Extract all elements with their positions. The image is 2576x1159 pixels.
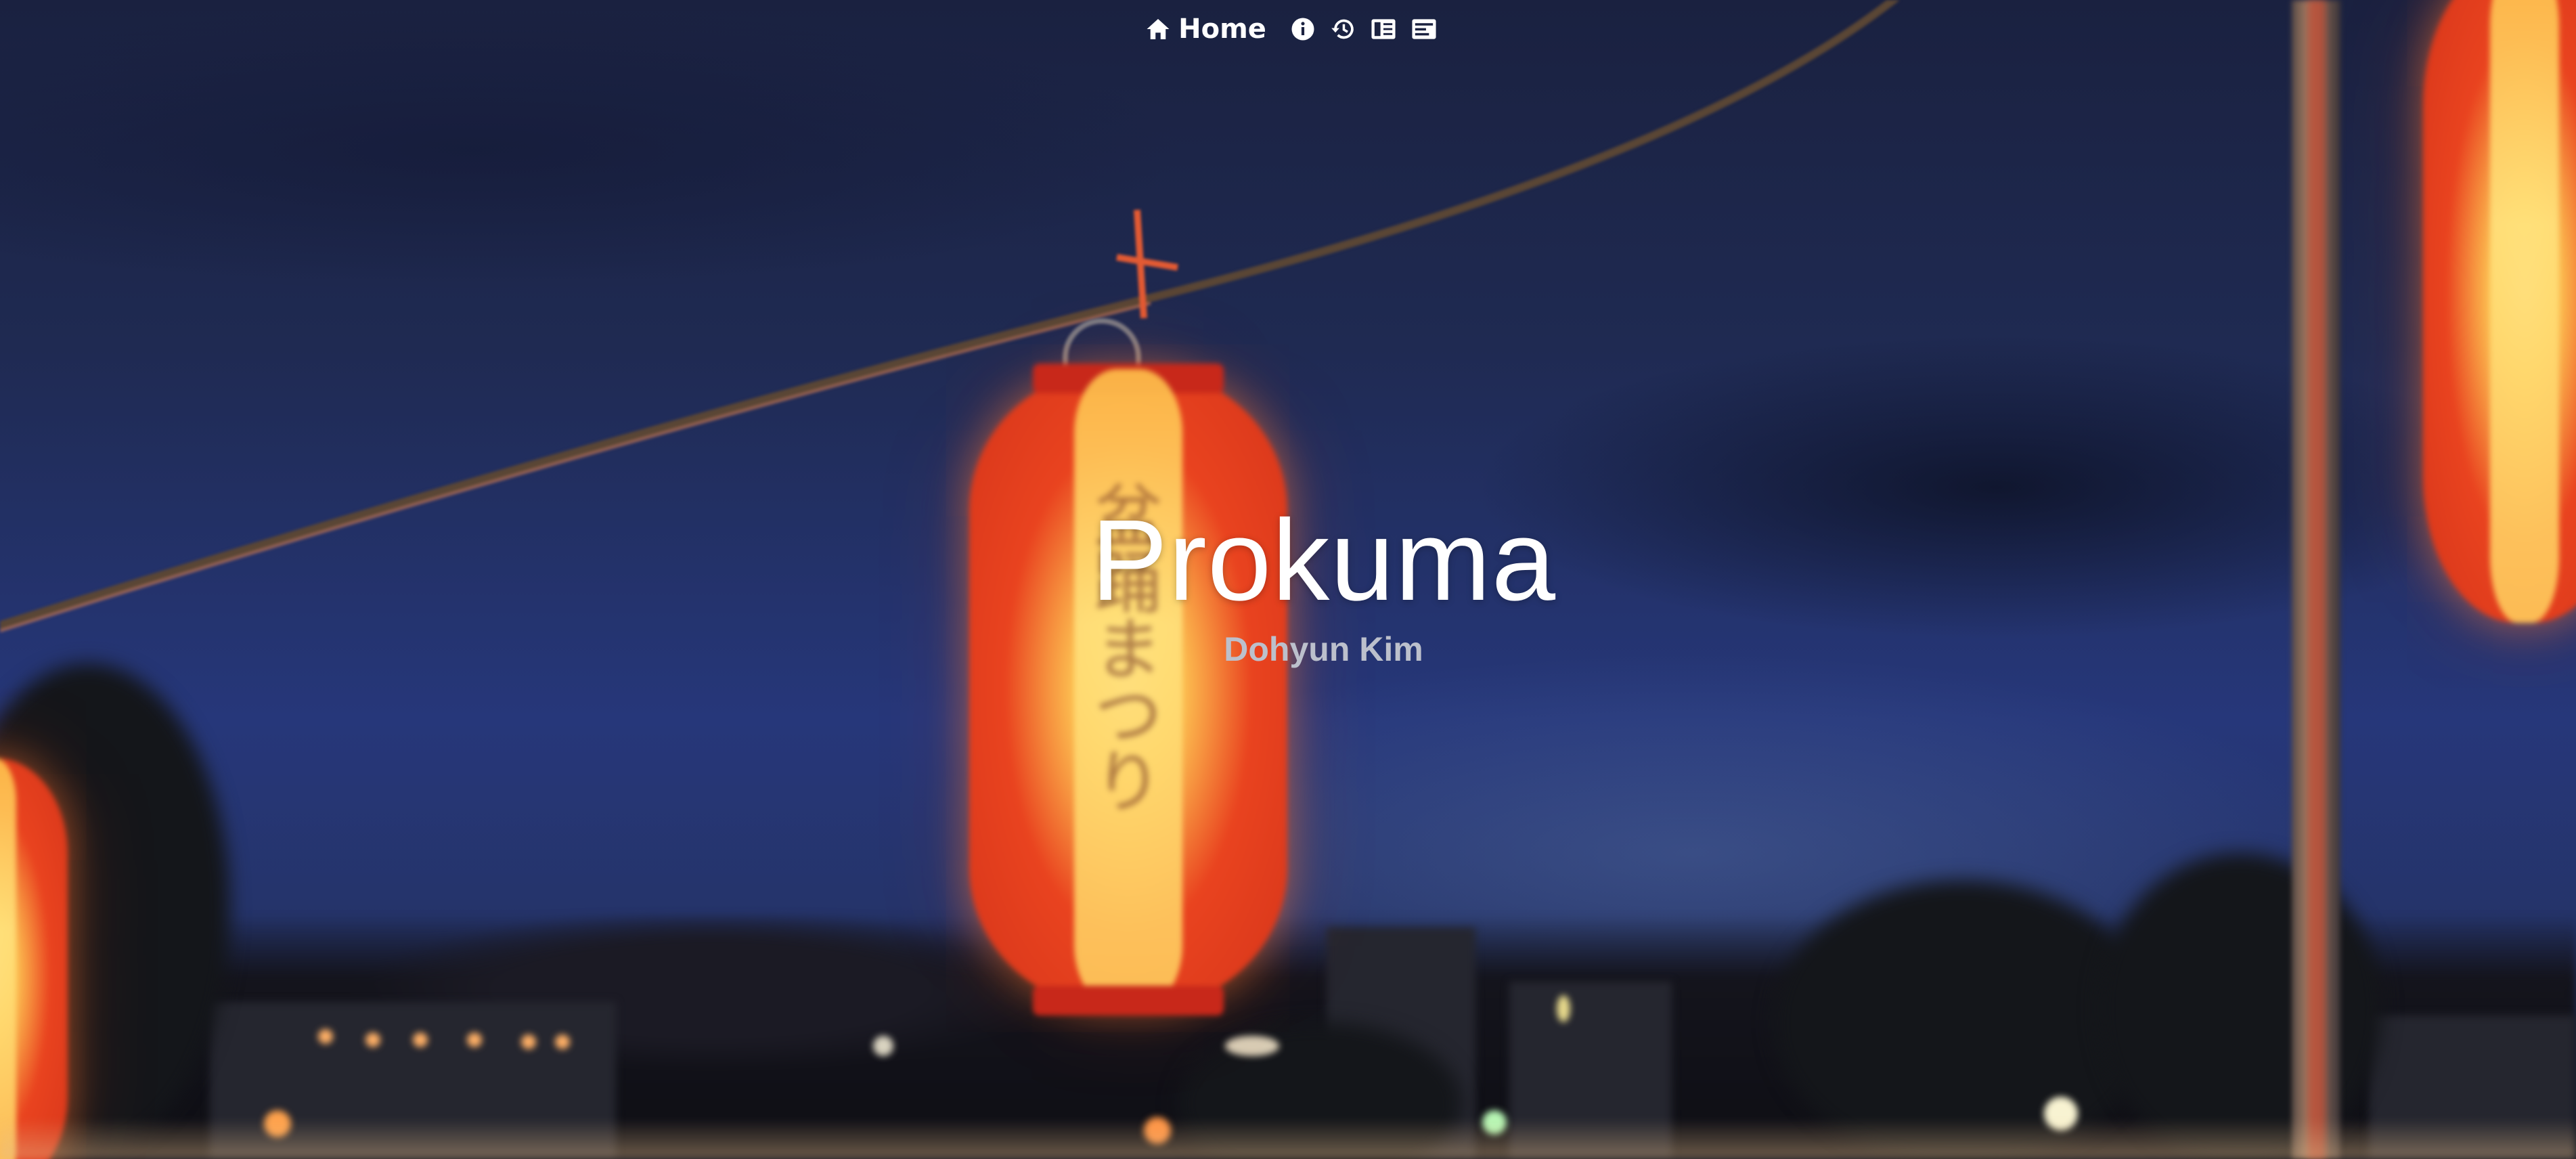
book-icon [1371, 18, 1396, 41]
city-light [413, 1032, 428, 1047]
card-icon [1411, 18, 1437, 41]
city-light [365, 1032, 380, 1047]
city-light [467, 1032, 482, 1047]
city-light [873, 1036, 893, 1056]
history-icon [1330, 17, 1356, 41]
city-light [318, 1029, 333, 1044]
left-lantern [0, 758, 68, 1159]
site-title: Prokuma [1090, 496, 1557, 625]
home-icon [1146, 18, 1170, 41]
bottom-lantern-glow [0, 1118, 2576, 1159]
city-light [1557, 995, 1570, 1022]
hero: Prokuma Dohyun Kim [0, 498, 2576, 670]
tree [1773, 880, 2152, 1159]
nav-history-link[interactable] [1330, 17, 1356, 41]
lantern-stripe [0, 758, 17, 1159]
city-light [521, 1034, 536, 1049]
top-nav: Home [0, 12, 2576, 46]
city-light [555, 1034, 570, 1049]
city-light [1225, 1036, 1279, 1056]
nav-home-link[interactable]: Home [1146, 14, 1266, 45]
nav-about-link[interactable] [1291, 17, 1315, 41]
center-lantern: 盆踊まつり [969, 364, 1287, 1015]
nav-book-link[interactable] [1371, 18, 1396, 41]
nav-home-label: Home [1178, 14, 1266, 45]
site-subtitle: Dohyun Kim [1224, 630, 1423, 668]
info-icon [1291, 17, 1315, 41]
lantern-cap-bottom [1033, 986, 1224, 1015]
nav-card-link[interactable] [1411, 18, 1437, 41]
